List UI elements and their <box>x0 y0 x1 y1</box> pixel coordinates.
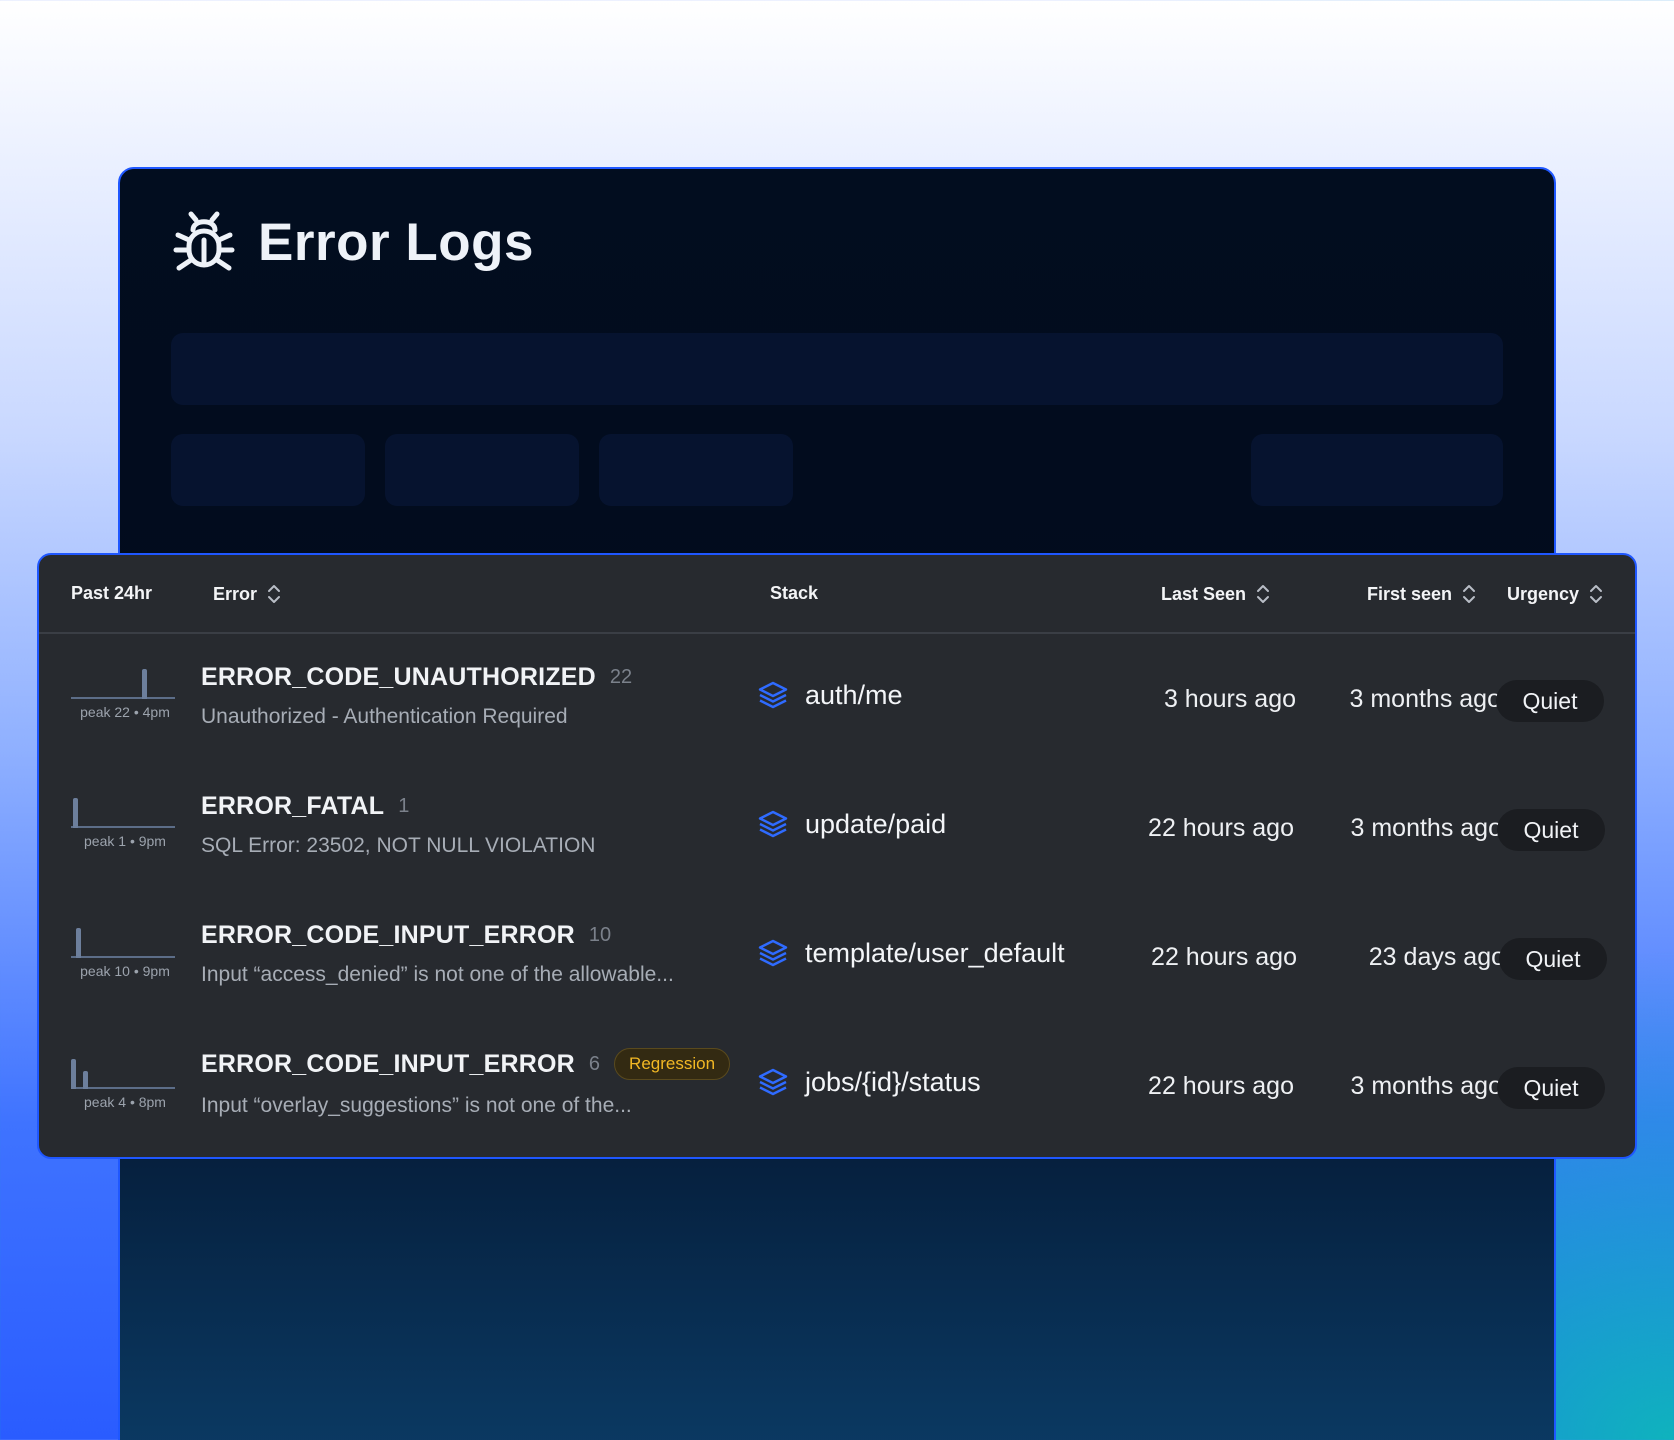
sparkline-bar <box>73 798 78 828</box>
error-count: 22 <box>609 666 633 688</box>
table-row[interactable]: peak 1 • 9pm ERROR_FATAL 1 SQL Error: 23… <box>39 764 1635 894</box>
layers-icon <box>758 1068 788 1096</box>
sparkline-bar <box>76 928 81 958</box>
error-code[interactable]: ERROR_CODE_INPUT_ERROR <box>201 1050 575 1079</box>
sparkline <box>71 794 175 828</box>
column-first-seen[interactable]: First seen <box>1367 583 1476 605</box>
stack-cell: jobs/{id}/status <box>757 1066 981 1098</box>
sparkline-baseline <box>71 697 175 699</box>
column-label: Past 24hr <box>71 583 153 603</box>
first-seen: 3 months ago <box>1349 685 1502 713</box>
urgency-badge[interactable]: Quiet <box>1499 938 1607 980</box>
sparkline-bar <box>83 1071 88 1089</box>
layers-icon <box>758 939 788 967</box>
error-count: 1 <box>398 795 410 817</box>
first-seen: 3 months ago <box>1350 814 1503 842</box>
column-error[interactable]: Error <box>213 583 281 605</box>
last-seen: 22 hours ago <box>1148 1072 1294 1100</box>
stack-path[interactable]: update/paid <box>805 809 946 840</box>
sort-icon[interactable] <box>1589 583 1603 605</box>
urgency-badge[interactable]: Quiet <box>1497 1067 1605 1109</box>
error-title: ERROR_CODE_INPUT_ERROR 10 <box>201 921 611 950</box>
peak-label: peak 22 • 4pm <box>80 704 170 720</box>
page-header: Error Logs <box>172 210 534 274</box>
first-seen: 23 days ago <box>1368 943 1505 971</box>
stack-cell: update/paid <box>757 808 946 840</box>
error-message: Input “access_denied” is not one of the … <box>201 963 674 986</box>
sparkline <box>71 1055 175 1089</box>
error-count: 10 <box>588 924 612 946</box>
error-message: Input “overlay_suggestions” is not one o… <box>201 1094 632 1117</box>
last-seen: 22 hours ago <box>1148 814 1294 842</box>
error-code[interactable]: ERROR_FATAL <box>201 792 384 821</box>
filter-placeholder-1 <box>171 434 365 506</box>
error-code[interactable]: ERROR_CODE_UNAUTHORIZED <box>201 663 596 692</box>
column-label: Stack <box>770 583 819 603</box>
error-code[interactable]: ERROR_CODE_INPUT_ERROR <box>201 921 575 950</box>
peak-label: peak 1 • 9pm <box>84 833 166 849</box>
column-label: Last Seen <box>1161 583 1247 604</box>
error-message: SQL Error: 23502, NOT NULL VIOLATION <box>201 834 596 857</box>
peak-label: peak 10 • 9pm <box>80 963 170 979</box>
filter-placeholder-4 <box>1251 434 1503 506</box>
stack-path[interactable]: template/user_default <box>805 938 1065 969</box>
column-urgency[interactable]: Urgency <box>1507 583 1603 605</box>
table-row[interactable]: peak 22 • 4pm ERROR_CODE_UNAUTHORIZED 22… <box>39 635 1635 765</box>
peak-label: peak 4 • 8pm <box>84 1094 166 1110</box>
bug-icon <box>173 211 235 271</box>
table-row[interactable]: peak 4 • 8pm ERROR_CODE_INPUT_ERROR 6 Re… <box>39 1022 1635 1152</box>
last-seen: 22 hours ago <box>1151 943 1297 971</box>
layers-icon <box>758 810 788 838</box>
error-message: Unauthorized - Authentication Required <box>201 705 568 728</box>
stack-cell: template/user_default <box>757 937 1065 969</box>
sparkline <box>71 665 175 699</box>
column-label: Error <box>213 583 258 604</box>
error-title: ERROR_CODE_INPUT_ERROR 6 Regression <box>201 1048 731 1080</box>
column-last-seen[interactable]: Last Seen <box>1161 583 1270 605</box>
stack-path[interactable]: jobs/{id}/status <box>805 1067 981 1098</box>
search-bar-placeholder <box>171 333 1503 405</box>
sort-icon[interactable] <box>267 583 281 605</box>
sparkline-bar <box>142 669 147 699</box>
column-label: Urgency <box>1507 583 1580 604</box>
regression-badge: Regression <box>614 1048 731 1080</box>
urgency-badge[interactable]: Quiet <box>1496 680 1604 722</box>
error-title: ERROR_FATAL 1 <box>201 792 409 821</box>
sparkline <box>71 924 175 958</box>
sort-icon[interactable] <box>1256 583 1270 605</box>
filter-placeholder-3 <box>599 434 793 506</box>
stack-path[interactable]: auth/me <box>805 680 903 711</box>
sparkline-baseline <box>71 956 175 958</box>
sparkline-baseline <box>71 826 175 828</box>
column-label: First seen <box>1367 583 1453 604</box>
layers-icon <box>758 681 788 709</box>
sparkline-bar <box>71 1059 76 1089</box>
column-past-24hr: Past 24hr <box>71 583 152 604</box>
error-count: 6 <box>588 1052 601 1075</box>
filter-placeholder-2 <box>385 434 579 506</box>
stack-cell: auth/me <box>757 679 903 711</box>
first-seen: 3 months ago <box>1350 1072 1503 1100</box>
error-table: Past 24hr Error Stack Last Seen First se… <box>37 553 1637 1159</box>
table-row[interactable]: peak 10 • 9pm ERROR_CODE_INPUT_ERROR 10 … <box>39 893 1635 1023</box>
table-header: Past 24hr Error Stack Last Seen First se… <box>39 555 1635 634</box>
column-stack: Stack <box>770 583 818 604</box>
last-seen: 3 hours ago <box>1163 685 1296 713</box>
sort-icon[interactable] <box>1462 583 1476 605</box>
page-title: Error Logs <box>258 212 534 272</box>
urgency-badge[interactable]: Quiet <box>1497 809 1605 851</box>
error-title: ERROR_CODE_UNAUTHORIZED 22 <box>201 663 632 692</box>
